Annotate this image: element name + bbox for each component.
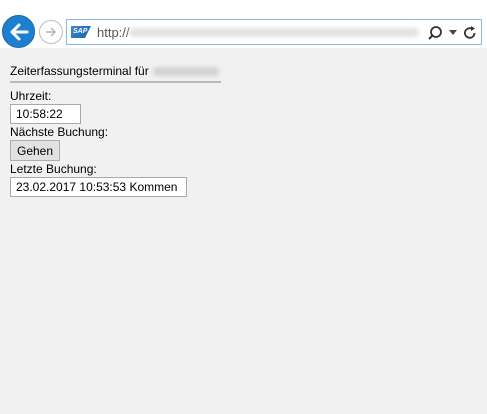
chevron-down-icon[interactable] (449, 30, 457, 36)
address-bar[interactable]: SAP http:// (66, 19, 482, 45)
next-booking-label: Nächste Buchung: (10, 125, 109, 139)
search-icon[interactable] (427, 25, 443, 41)
title-divider (10, 81, 221, 83)
address-bar-icons (427, 23, 477, 43)
page-title-redacted (152, 67, 219, 77)
last-booking-label: Letzte Buchung: (10, 162, 97, 176)
refresh-icon[interactable] (463, 25, 477, 41)
page-title: Zeiterfassungsterminal für (10, 64, 219, 78)
sap-logo-icon: SAP (71, 26, 91, 38)
arrow-left-icon (10, 23, 28, 40)
arrow-right-icon (46, 27, 57, 37)
url-redacted (129, 28, 419, 37)
forward-button[interactable] (39, 20, 63, 44)
page-title-text: Zeiterfassungsterminal für (10, 64, 149, 78)
back-button[interactable] (2, 15, 35, 48)
time-label: Uhrzeit: (10, 89, 52, 103)
time-field[interactable]: 10:58:22 (10, 104, 81, 124)
gehen-button[interactable]: Gehen (10, 140, 60, 161)
url-text: http:// (97, 25, 130, 40)
browser-toolbar: SAP http:// (0, 0, 487, 48)
last-booking-field[interactable]: 23.02.2017 10:53:53 Kommen (10, 177, 187, 197)
